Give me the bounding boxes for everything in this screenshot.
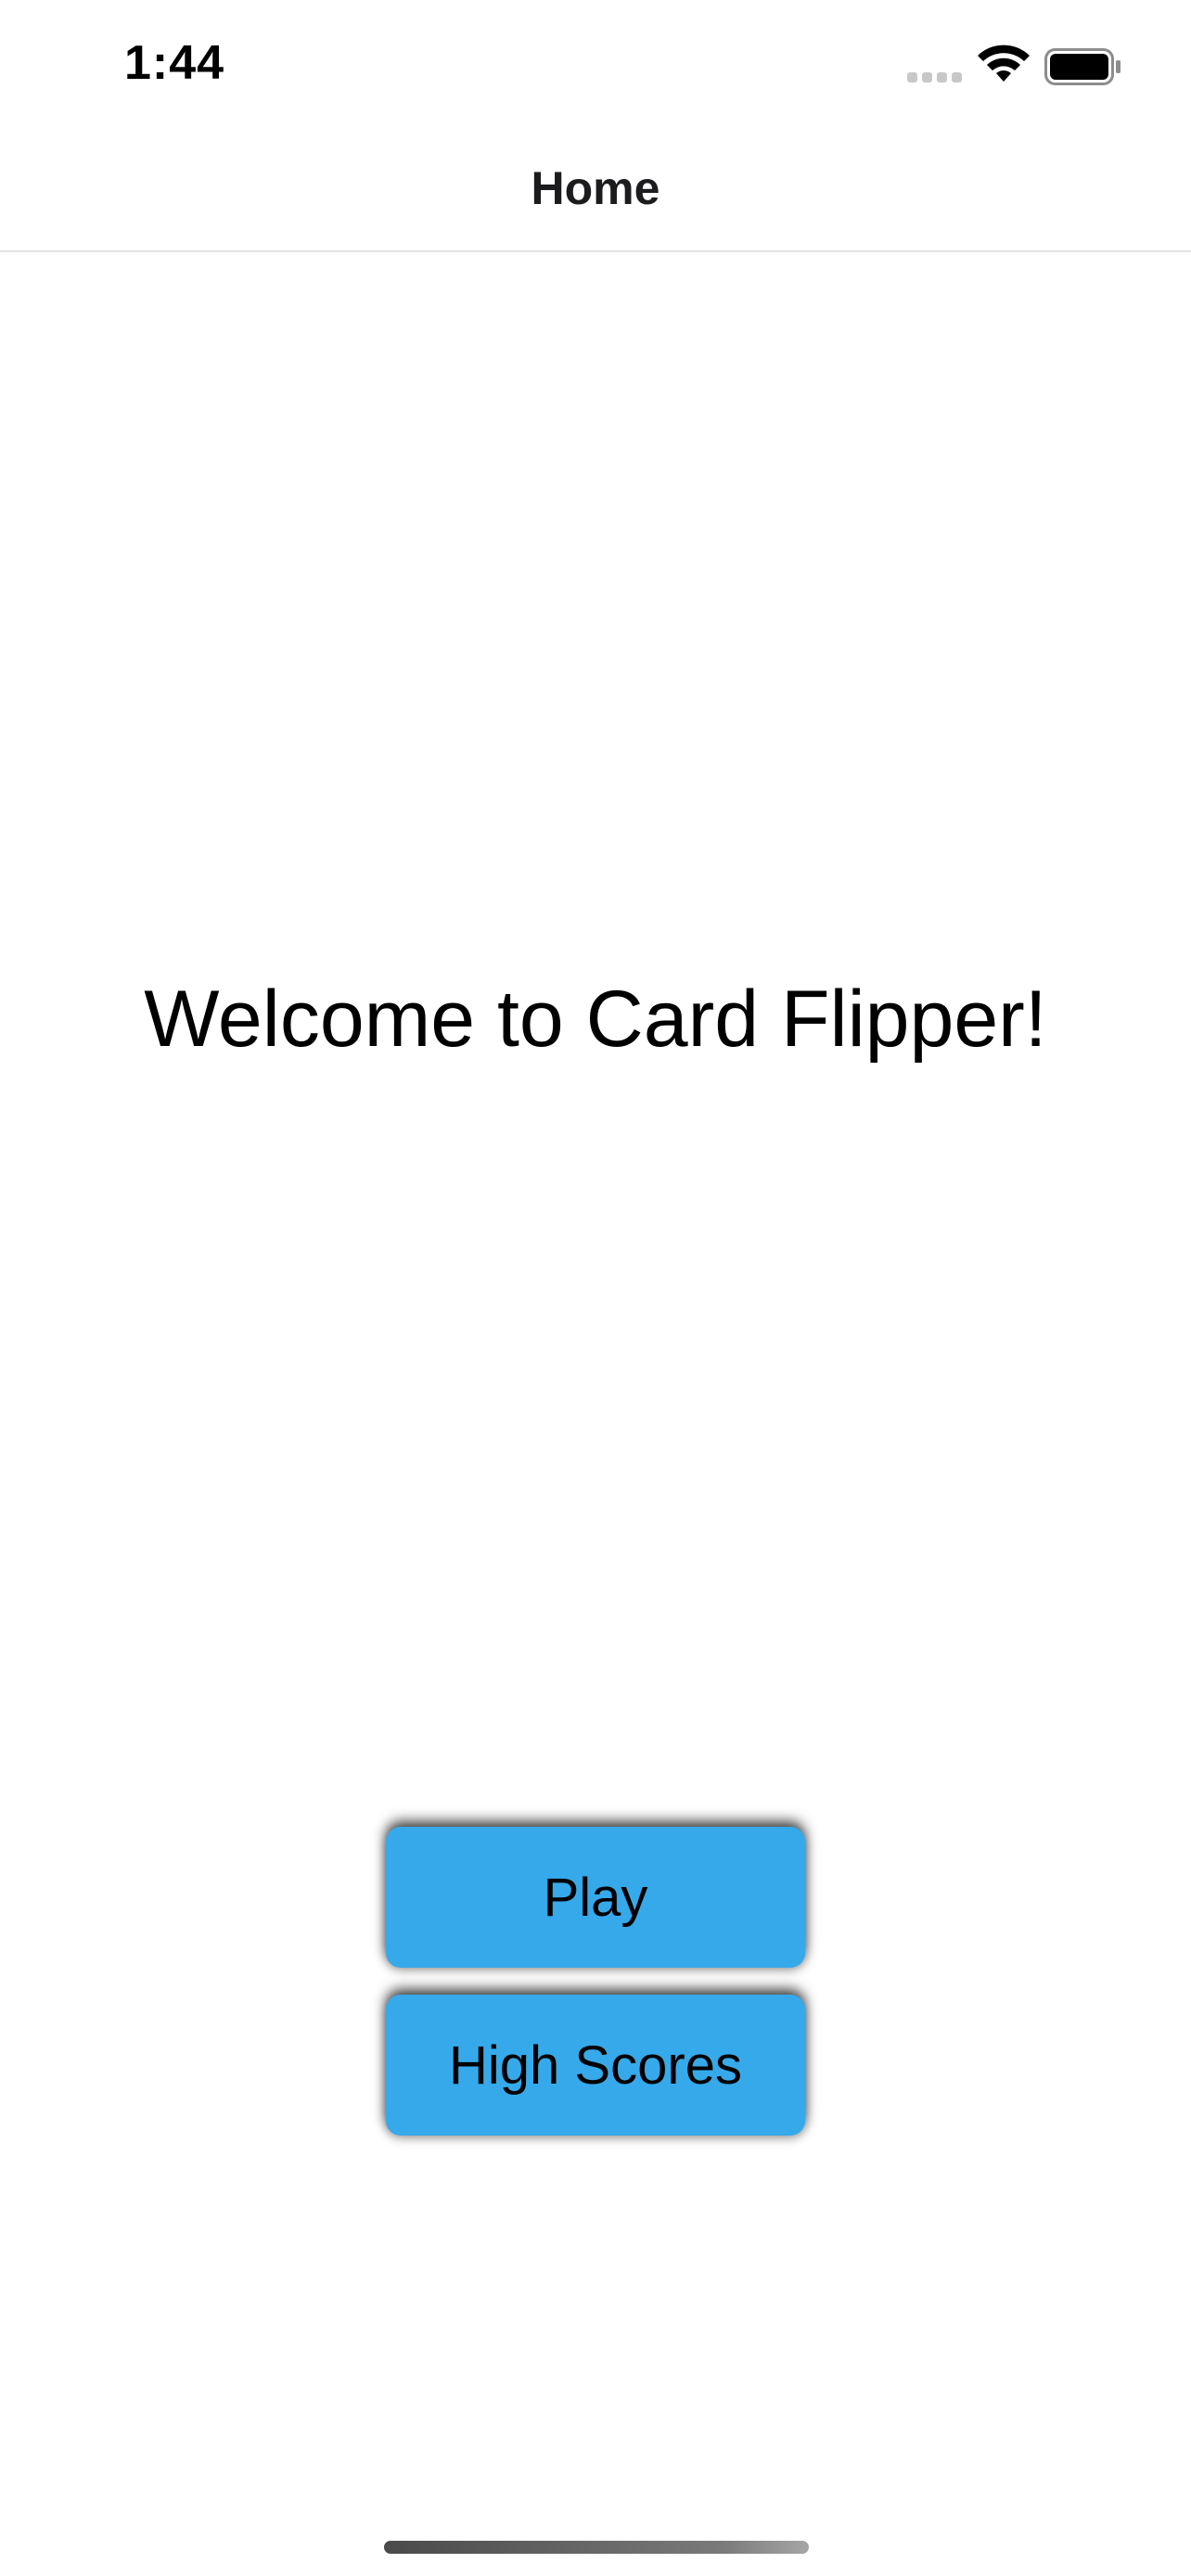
welcome-heading: Welcome to Card Flipper! <box>144 975 1047 1064</box>
page-title: Home <box>531 162 660 214</box>
status-time: 1:44 <box>124 36 225 90</box>
navigation-bar: Home <box>0 130 1191 252</box>
home-indicator[interactable] <box>384 2541 809 2554</box>
status-bar: 1:44 <box>0 0 1191 130</box>
play-button[interactable]: Play <box>386 1827 805 1968</box>
cellular-signal-icon <box>907 72 963 83</box>
high-scores-button[interactable]: High Scores <box>386 1995 805 2136</box>
battery-icon <box>1044 48 1121 85</box>
wifi-icon <box>978 45 1030 82</box>
